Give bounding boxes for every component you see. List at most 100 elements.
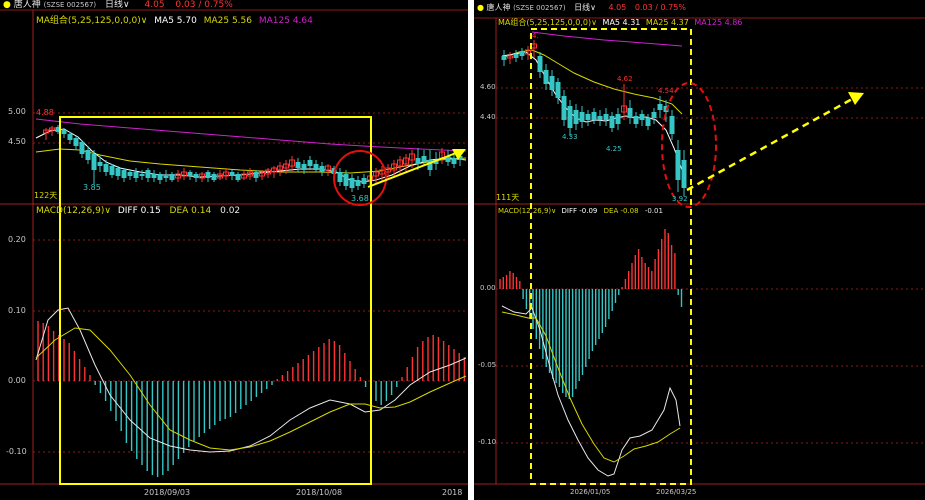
left-candlesticks (43, 125, 463, 192)
left-price-tick: 5.00 (8, 107, 26, 116)
left-period-selector[interactable]: 日线 (105, 0, 123, 10)
right-ma5-value: MA5 4.31 (602, 18, 641, 27)
right-price-tick: 4.60 (480, 83, 496, 91)
candle-body (603, 114, 609, 120)
left-last-price: 4.05 (144, 0, 165, 10)
candle-body (651, 112, 657, 118)
candle-body (295, 162, 301, 168)
candle-body (561, 96, 567, 120)
left-stock-title-row: ● 唐人神 (SZSE 002567) 日线∨ 4.05 0.03 / 0.75… (3, 1, 233, 10)
candle-body (163, 176, 169, 178)
left-macd-value: 0.02 (220, 206, 241, 216)
left-diff-value: DIFF 0.15 (117, 206, 161, 216)
candle-body (597, 116, 603, 120)
right-chart-graphics (474, 17, 925, 485)
candle-body (79, 142, 85, 154)
candle-body (361, 178, 367, 184)
left-price-tick: 4.50 (8, 137, 26, 146)
candle-body (669, 116, 675, 134)
left-date-label: 2018/09/03 (144, 488, 191, 497)
candle-body (615, 114, 621, 124)
candle-body (513, 54, 519, 58)
left-ma125-line (35, 118, 467, 152)
right-macd-chevron-icon[interactable]: ∨ (551, 207, 556, 215)
right-macd-tick: 0.00 (480, 284, 496, 292)
candle-body (235, 174, 241, 180)
candle-body (193, 174, 199, 178)
right-highlight-rectangle (530, 28, 692, 485)
right-dot-icon: ● (477, 3, 484, 12)
candle-body (127, 172, 133, 176)
candle-body (337, 172, 343, 182)
right-ma5-line (501, 51, 683, 171)
right-ma-chevron-icon[interactable]: ∨ (591, 18, 597, 27)
left-high-marker: 4.88 (36, 108, 54, 117)
right-ma25-value: MA25 4.37 (645, 18, 689, 27)
candle-body (681, 160, 687, 188)
right-low-marker: 4.33 (562, 133, 578, 141)
left-ma-legend: MA组合(5,25,125,0,0,0)∨ MA5 5.70 MA25 5.56… (36, 17, 313, 26)
right-period-selector[interactable]: 日线 (574, 3, 590, 12)
right-chevron-down-icon[interactable]: ∨ (590, 3, 596, 12)
right-macd-histogram (499, 229, 683, 399)
candle-body (91, 154, 97, 170)
candle-body (657, 104, 663, 110)
right-ma125-line (531, 31, 683, 47)
right-ma125-value: MA125 4.86 (694, 18, 743, 27)
candle-body (543, 70, 549, 84)
candle-body (537, 56, 543, 72)
right-trend-arrow-shaft (686, 96, 855, 192)
right-stock-code: (SZSE 002567) (513, 4, 566, 12)
candle-body (301, 164, 307, 170)
right-macd-legend: MACD(12,26,9)∨ DIFF -0.09 DEA -0.08 -0.0… (498, 208, 663, 215)
candle-body (115, 168, 121, 176)
candle-body (519, 52, 525, 56)
left-chevron-down-icon[interactable]: ∨ (123, 0, 130, 10)
left-ma125-value: MA125 4.64 (258, 16, 313, 26)
candle-body (109, 166, 115, 175)
left-ma-chevron-icon[interactable]: ∨ (141, 16, 148, 26)
candle-body (211, 174, 217, 180)
candle-body (85, 150, 91, 160)
right-price-change: 0.03 / 0.75% (634, 3, 686, 12)
candle-body (157, 174, 163, 180)
candle-body (151, 174, 157, 178)
candle-body (343, 174, 349, 186)
right-macd-value: -0.01 (644, 207, 663, 215)
candle-body (205, 172, 211, 178)
right-candlesticks (501, 40, 687, 196)
left-ma5-value: MA5 5.70 (154, 16, 197, 26)
left-low-marker: 3.85 (83, 183, 101, 192)
left-dea-value: DEA 0.14 (169, 206, 212, 216)
left-date-label: 2018 (442, 488, 463, 497)
right-ma-legend-label[interactable]: MA组合(5,25,125,0,0,0) (498, 18, 591, 27)
right-dea-value: DEA -0.08 (603, 207, 639, 215)
candle-body (229, 172, 235, 176)
left-macd-tick: -0.10 (6, 447, 27, 456)
right-ma25-line (501, 49, 683, 115)
candle-body (355, 180, 361, 186)
left-dot-icon: ● (3, 0, 11, 10)
candle-body (609, 116, 615, 128)
left-stock-code: (SZSE 002567) (43, 1, 97, 9)
candle-body (627, 108, 633, 118)
left-macd-tick: 0.00 (8, 376, 26, 385)
left-macd-legend: MACD(12,26,9)∨ DIFF 0.15 DEA 0.14 0.02 (36, 207, 240, 216)
left-price-change: 0.03 / 0.75% (175, 0, 233, 10)
left-macd-label[interactable]: MACD(12,26,9) (36, 206, 104, 216)
candle-body (103, 164, 109, 172)
right-macd-label[interactable]: MACD(12,26,9) (498, 207, 551, 215)
right-date-label: 2026/03/25 (656, 488, 697, 496)
left-chart-panel[interactable]: ● 唐人神 (SZSE 002567) 日线∨ 4.05 0.03 / 0.75… (0, 0, 468, 500)
candle-body (307, 160, 313, 166)
candle-body (573, 110, 579, 124)
left-ma-legend-label[interactable]: MA组合(5,25,125,0,0,0) (36, 16, 141, 26)
candle-body (501, 56, 507, 60)
candle-body (349, 178, 355, 188)
left-macd-chevron-icon[interactable]: ∨ (104, 206, 111, 216)
right-chart-panel[interactable]: ● 唐人神 (SZSE 002567) 日线∨ 4.05 0.03 / 0.75… (474, 0, 925, 500)
candle-body (585, 114, 591, 120)
right-macd-tick: -0.10 (478, 438, 497, 446)
left-macd-tick: 0.10 (8, 306, 26, 315)
candle-body (121, 170, 127, 178)
